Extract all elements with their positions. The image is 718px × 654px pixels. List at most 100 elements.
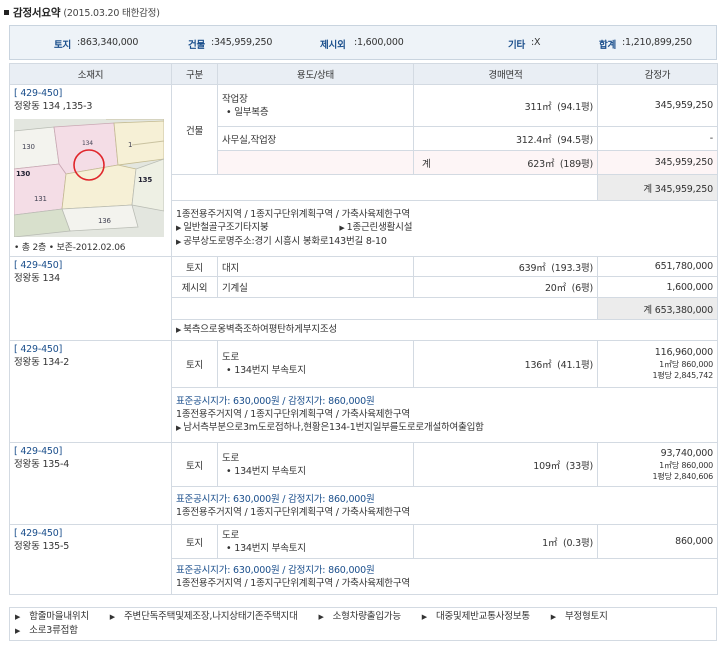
case-number-link[interactable]: [ 429-450] (14, 528, 167, 540)
area-cell: 109㎡ (33평) (413, 442, 598, 487)
land-price-note: 표준공시지가: 630,000원 / 감정지가: 860,000원 (176, 493, 375, 505)
table-row: [ 429-450] 정왕동 135-4 토지 도로 • 134번지 부속토지 … (9, 442, 718, 525)
site-note: 북측으로옹벽축조하여평탄하게부지조성 (183, 324, 337, 335)
location-cell: [ 429-450] 정왕동 134 ,135-3 130 134 1 130 … (9, 84, 172, 257)
map-label-134: 134 (82, 140, 93, 147)
section-subtitle: (2015.03.20 태한감정) (63, 8, 160, 19)
price-cell: 345,959,250 (597, 150, 718, 176)
area-m2: 109㎡ (533, 460, 561, 472)
area-pyeong: (94.1평) (557, 101, 593, 113)
zone-note: 1종전용주거지역 / 1종지구단위계획구역 / 가축사육제한구역 (176, 409, 410, 420)
area-cell: 136㎡ (41.1평) (413, 340, 598, 388)
price-total: 116,960,000 (654, 347, 713, 358)
other-value: :X (531, 37, 541, 48)
kind-cell: 토지 (171, 442, 218, 487)
appraisal-summary-bar: 토지 :863,340,000 건물 :345,959,250 제시외 :1,6… (9, 25, 717, 60)
parcel-map-image[interactable]: 130 134 1 130 135 131 136 (14, 119, 164, 237)
use-cell: 대지 (217, 256, 414, 277)
land-label: 토지 (54, 40, 72, 51)
zone-note: 1종전용주거지역 / 1종지구단위계획구역 / 가축사육제한구역 (176, 208, 410, 220)
use-cell: 기계실 (217, 276, 414, 298)
subtotal-spacer (171, 297, 598, 320)
area-cell: 20㎡ (6평) (413, 276, 598, 298)
case-number-link[interactable]: [ 429-450] (14, 260, 167, 272)
triangle-bullet-icon: ▶ (421, 613, 427, 621)
use-label: 도로 (222, 352, 240, 363)
triangle-bullet-icon: ▶ (176, 237, 182, 246)
use-cell: 도로 • 134번지 부속토지 (217, 442, 414, 487)
bullet-square-icon (4, 9, 9, 15)
area-m2: 1㎡ (542, 537, 558, 549)
price-cell: 651,780,000 (597, 256, 718, 277)
triangle-bullet-icon: ▶ (339, 223, 345, 232)
case-number-link[interactable]: [ 429-450] (14, 446, 167, 458)
price-cell: 116,960,000 1㎡당 860,000 1평당 2,845,742 (597, 340, 718, 388)
footer-item: ▶ 대중및제반교통사정보통 (422, 611, 539, 622)
price-per-m2: 1㎡당 860,000 (659, 460, 713, 470)
use-cell: 도로 • 134번지 부속토지 (217, 340, 414, 388)
footer-text: 대중및제반교통사정보통 (435, 611, 530, 622)
price-total: 93,740,000 (660, 447, 714, 459)
land-price-note: 표준공시지가: 630,000원 / 감정지가: 860,000원 (176, 564, 375, 576)
notes-cell: 표준공시지가: 630,000원 / 감정지가: 860,000원 1종전용주거… (171, 558, 718, 595)
footer-item: ▶ 함줄마을내위치 (15, 611, 98, 622)
use-detail: • 일부복층 (226, 106, 269, 118)
notes-cell: ▶ 북측으로옹벽축조하여평탄하게부지조성 (171, 319, 718, 341)
triangle-bullet-icon: ▶ (318, 613, 324, 621)
area-m2: 639㎡ (518, 262, 546, 274)
footer-text: 함줄마을내위치 (29, 611, 89, 622)
area-m2: 623㎡ (527, 158, 555, 170)
footer-item: ▶ 부정형토지 (551, 611, 617, 622)
col-area: 경매면적 (413, 63, 598, 85)
triangle-bullet-icon: ▶ (176, 326, 182, 334)
notes-cell: 표준공시지가: 630,000원 / 감정지가: 860,000원 1종전용주거… (171, 387, 718, 443)
footer-text: 소형차량출입가능 (332, 611, 402, 622)
area-m2: 311㎡ (524, 101, 552, 113)
location-cell: [ 429-450] 정왕동 135-5 (9, 524, 172, 595)
use-detail: • 134번지 부속토지 (226, 542, 306, 554)
building-value: :345,959,250 (211, 37, 273, 48)
area-pyeong: (0.3평) (562, 537, 593, 549)
use-label: 작업장 (222, 93, 248, 105)
table-header-row: 소재지 구분 용도/상태 경매면적 감정가 (9, 63, 718, 85)
col-price: 감정가 (597, 63, 718, 85)
subtotal-value: 계 345,959,250 (597, 174, 718, 201)
location-cell: [ 429-450] 정왕동 135-4 (9, 442, 172, 525)
triangle-bullet-icon: ▶ (15, 627, 21, 635)
area-m2: 20㎡ (544, 283, 566, 294)
area-pyeong: (33평) (565, 460, 593, 472)
address: 정왕동 135-5 (14, 541, 70, 552)
area-m2: 136㎡ (524, 360, 552, 371)
area-m2: 312.4㎡ (515, 134, 552, 146)
table-row: [ 429-450] 정왕동 134 ,135-3 130 134 1 130 … (9, 83, 718, 257)
case-number-link[interactable]: [ 429-450] (14, 88, 167, 100)
kind-cell: 토지 (171, 340, 218, 388)
case-number-link[interactable]: [ 429-450] (14, 344, 167, 356)
col-kind: 구분 (171, 63, 218, 85)
col-location: 소재지 (9, 63, 172, 85)
address: 정왕동 135-4 (14, 459, 70, 470)
area-cell: 639㎡ (193.3평) (413, 256, 598, 277)
access-note: 남서측부분으로3m도로접하나,현황은134-1번지일부를도로로개설하여출입함 (183, 422, 484, 433)
other-label: 기타 (508, 40, 526, 51)
map-label-1: 1 (128, 141, 132, 149)
price-cell: 860,000 (597, 524, 718, 559)
price-cell: 1,600,000 (597, 276, 718, 298)
price-cell: - (597, 126, 718, 152)
map-label-135: 135 (138, 176, 152, 184)
map-label-131: 131 (34, 195, 47, 203)
road-address-note: 공부상도로명주소:경기 시흥시 봉화로143번길 8-10 (183, 235, 387, 247)
table-row: [ 429-450] 정왕동 134 토지 대지 639㎡ (193.3평) 6… (9, 256, 718, 341)
sum-label: 계 (422, 158, 431, 170)
notes-cell: 표준공시지가: 630,000원 / 감정지가: 860,000원 1종전용주거… (171, 486, 718, 525)
use-detail: • 134번지 부속토지 (226, 465, 306, 477)
area-cell: 311㎡ (94.1평) (413, 83, 598, 128)
map-label-130a: 130 (22, 143, 35, 151)
map-label-130b: 130 (16, 170, 30, 178)
appraisal-table: 소재지 구분 용도/상태 경매면적 감정가 [ 429-450] 정왕동 134… (9, 63, 718, 595)
site-characteristics: ▶ 함줄마을내위치 ▶ 주변단독주택및제조장,나지상태기존주택지대 ▶ 소형차량출입가… (9, 607, 717, 641)
price-cell: 93,740,000 1㎡당 860,000 1평당 2,840,606 (597, 442, 718, 487)
price-per-pyeong: 1평당 2,845,742 (652, 371, 714, 380)
footer-item: ▶ 주변단독주택및제조장,나지상태기존주택지대 (110, 611, 307, 622)
use-detail: • 134번지 부속토지 (226, 365, 306, 376)
